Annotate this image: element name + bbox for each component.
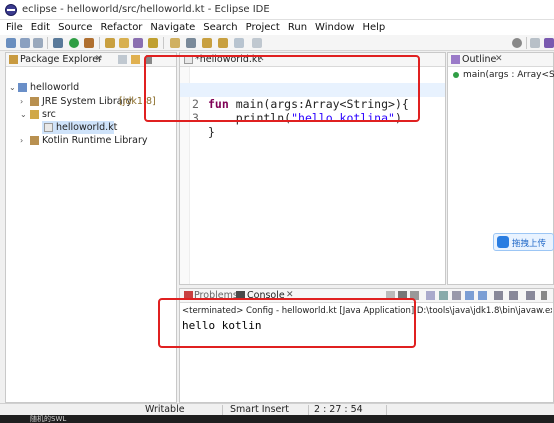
annotation-box-output: [158, 298, 416, 348]
project-label: helloworld: [30, 82, 80, 93]
source-folder-icon: [30, 110, 39, 119]
title-bar: eclipse - helloworld/src/helloworld.kt -…: [0, 0, 554, 20]
upload-badge-label: 拖拽上传: [512, 239, 547, 249]
open-console-icon[interactable]: [526, 291, 535, 300]
collapse-all-icon[interactable]: [118, 55, 127, 64]
run-icon[interactable]: [69, 38, 79, 48]
status-bar: Writable Smart Insert 2 : 27 : 54: [0, 403, 554, 415]
menu-navigate[interactable]: Navigate: [150, 20, 195, 35]
menu-file[interactable]: File: [6, 20, 23, 35]
file-label: helloworld.kt: [56, 122, 118, 133]
menu-run[interactable]: Run: [288, 20, 307, 35]
taskbar: [0, 415, 554, 423]
menu-edit[interactable]: Edit: [31, 20, 50, 35]
show-on-output-icon[interactable]: [465, 291, 474, 300]
package-explorer-icon: [9, 55, 18, 64]
cloud-upload-icon: [497, 236, 509, 248]
close-icon[interactable]: ✕: [495, 54, 503, 64]
chevron-right-icon[interactable]: ›: [20, 134, 23, 147]
perspective-icon[interactable]: [252, 38, 262, 48]
open-perspective-icon[interactable]: [530, 38, 540, 48]
new-package-icon[interactable]: [105, 38, 115, 48]
chevron-right-icon[interactable]: ›: [20, 95, 23, 108]
library-icon: [30, 136, 39, 145]
upload-badge[interactable]: 拖拽上传: [493, 233, 554, 251]
open-type-icon[interactable]: [119, 38, 129, 48]
java-perspective-icon[interactable]: [544, 38, 554, 48]
link-editor-icon[interactable]: [131, 55, 140, 64]
next-edit-icon[interactable]: [186, 38, 196, 48]
menu-bar: File Edit Source Refactor Navigate Searc…: [0, 20, 554, 35]
outline-icon: [451, 55, 460, 64]
eclipse-logo-icon: [5, 4, 17, 16]
outline-tabbar: Outline ✕: [448, 53, 553, 67]
public-method-icon: [453, 72, 459, 78]
window-title: eclipse - helloworld/src/helloworld.kt -…: [22, 4, 270, 15]
pin-editor-icon[interactable]: [234, 38, 244, 48]
clear-console-icon[interactable]: [426, 291, 435, 300]
kotlin-runtime-label: Kotlin Runtime Library: [42, 135, 148, 146]
kotlin-file-icon: [44, 123, 53, 132]
back-icon[interactable]: [202, 38, 212, 48]
package-explorer-title[interactable]: Package Explorer: [20, 54, 102, 65]
chevron-down-icon[interactable]: ⌄: [20, 108, 27, 121]
menu-help[interactable]: Help: [362, 20, 385, 35]
search-icon[interactable]: [512, 38, 522, 48]
close-icon[interactable]: ✕: [95, 54, 103, 64]
external-tools-icon[interactable]: [84, 38, 94, 48]
main-toolbar: [0, 35, 554, 51]
project-icon: [18, 83, 27, 92]
show-on-error-icon[interactable]: [478, 291, 487, 300]
src-label: src: [42, 109, 56, 120]
code-text: }: [208, 125, 215, 139]
taskbar-text: 随机的SWL: [30, 415, 67, 423]
display-console-icon[interactable]: [509, 291, 518, 300]
menu-project[interactable]: Project: [246, 20, 280, 35]
save-all-icon[interactable]: [33, 38, 43, 48]
scroll-lock-icon[interactable]: [439, 291, 448, 300]
menu-window[interactable]: Window: [315, 20, 354, 35]
save-icon[interactable]: [20, 38, 30, 48]
menu-search[interactable]: Search: [203, 20, 237, 35]
outline-title[interactable]: Outline: [462, 54, 496, 65]
search-tool-icon[interactable]: [148, 38, 158, 48]
debug-icon[interactable]: [53, 38, 63, 48]
open-task-icon[interactable]: [133, 38, 143, 48]
view-menu-icon[interactable]: [541, 291, 547, 300]
tree-item-file-selected[interactable]: helloworld.kt: [42, 121, 118, 134]
outline-item-label: main(args : Array<Strin: [463, 70, 554, 80]
annotation-icon[interactable]: [170, 38, 180, 48]
library-icon: [30, 97, 39, 106]
menu-refactor[interactable]: Refactor: [100, 20, 142, 35]
word-wrap-icon[interactable]: [452, 291, 461, 300]
menu-source[interactable]: Source: [58, 20, 92, 35]
annotation-box-code: [144, 55, 420, 122]
forward-icon[interactable]: [218, 38, 228, 48]
new-icon[interactable]: [6, 38, 16, 48]
chevron-down-icon[interactable]: ⌄: [9, 81, 16, 94]
pin-console-icon[interactable]: [494, 291, 503, 300]
